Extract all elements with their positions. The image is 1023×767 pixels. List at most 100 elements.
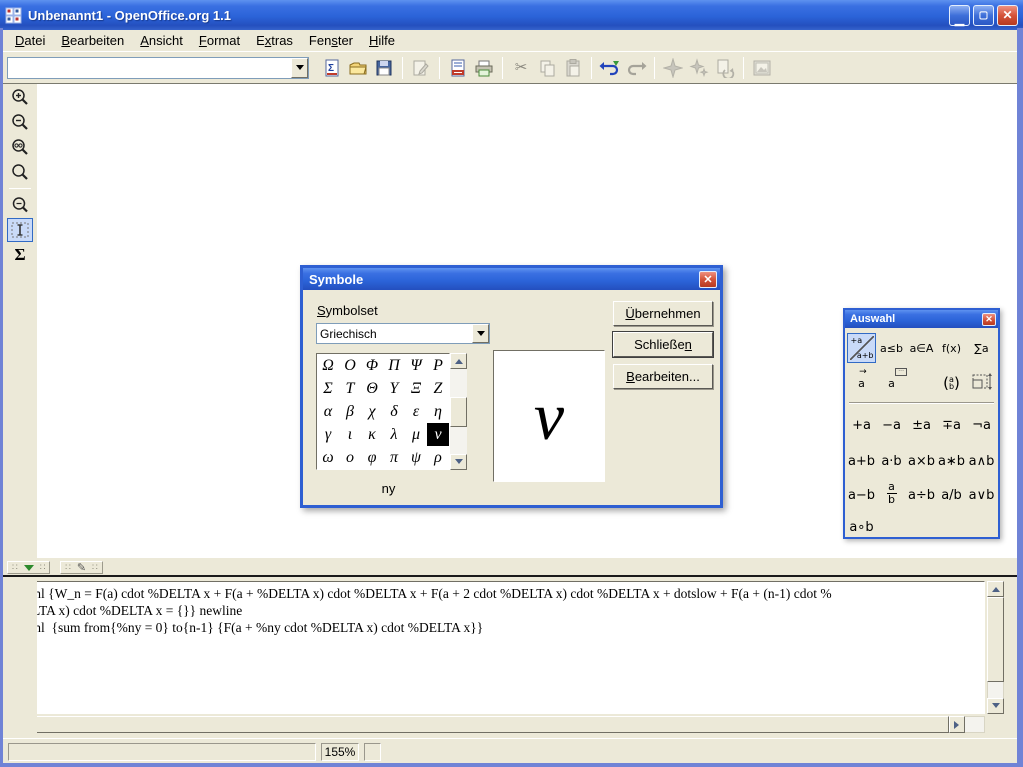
op-a-and-b[interactable]: a∧b xyxy=(967,448,996,474)
category-unary-binary-operators[interactable]: +a a+b xyxy=(847,333,876,363)
vscroll-thumb[interactable] xyxy=(450,397,467,427)
url-combobox-dropdown[interactable] xyxy=(291,58,308,78)
symbol-cell[interactable]: π xyxy=(383,446,405,469)
menu-format[interactable]: Format xyxy=(191,31,248,50)
symbol-cell[interactable]: η xyxy=(427,400,449,423)
scroll-right-button[interactable] xyxy=(949,716,965,733)
op-plus-a[interactable]: +a xyxy=(847,412,876,438)
url-combobox[interactable] xyxy=(7,57,309,79)
category-set-operations[interactable]: a∈A xyxy=(907,333,936,363)
op-minus-a[interactable]: −a xyxy=(877,412,906,438)
category-formats[interactable] xyxy=(967,368,996,398)
op-a-times-b[interactable]: a×b xyxy=(907,448,936,474)
paste-button[interactable] xyxy=(560,56,586,80)
symbol-cell[interactable]: ω xyxy=(317,446,339,469)
category-relations[interactable]: a≤b xyxy=(877,333,906,363)
symbol-cell[interactable]: γ xyxy=(317,423,339,446)
zoom-button[interactable] xyxy=(7,160,33,184)
symbol-cell[interactable]: Θ xyxy=(361,377,383,400)
symbol-cell[interactable]: Τ xyxy=(339,377,361,400)
category-others[interactable]: ···a xyxy=(877,368,906,398)
category-operators[interactable]: ∑a xyxy=(967,333,996,363)
symbol-cell[interactable]: δ xyxy=(383,400,405,423)
symbol-cell[interactable]: μ xyxy=(405,423,427,446)
zoom-100-button[interactable] xyxy=(7,135,33,159)
category-attributes[interactable]: →a xyxy=(847,368,876,398)
menu-bearbeiten[interactable]: Bearbeiten xyxy=(53,31,132,50)
toolbar-handle[interactable]: ∷∷ xyxy=(7,561,50,574)
symbol-cell[interactable]: Υ xyxy=(383,377,405,400)
maximize-button[interactable]: ▢ xyxy=(973,5,994,26)
save-button[interactable] xyxy=(371,56,397,80)
symbol-cell[interactable]: Ζ xyxy=(427,377,449,400)
close-dialog-button[interactable]: Schließen xyxy=(613,332,713,357)
edit-file-button[interactable] xyxy=(408,56,434,80)
show-all-button[interactable] xyxy=(7,193,33,217)
minimize-button[interactable]: ▁ xyxy=(949,5,970,26)
zoom-out-button[interactable] xyxy=(7,110,33,134)
symbol-cell[interactable]: ψ xyxy=(405,446,427,469)
symbol-cell[interactable]: Ω xyxy=(317,354,339,377)
hscroll-thumb[interactable] xyxy=(24,716,949,733)
symbols-dialog-close-button[interactable]: ✕ xyxy=(699,271,717,288)
zoom-level-panel[interactable]: 155% xyxy=(321,743,359,761)
undo-button[interactable] xyxy=(597,56,623,80)
print-button[interactable] xyxy=(471,56,497,80)
symbol-cell[interactable]: Φ xyxy=(361,354,383,377)
symbols-catalog-button[interactable]: Σ xyxy=(7,243,33,267)
symbol-cell[interactable]: ο xyxy=(339,446,361,469)
op-minusplus-a[interactable]: ∓a xyxy=(937,412,966,438)
menu-extras[interactable]: Extras xyxy=(248,31,301,50)
copy-button[interactable] xyxy=(534,56,560,80)
open-button[interactable] xyxy=(345,56,371,80)
formula-cursor-button[interactable] xyxy=(7,218,33,242)
symbol-cell[interactable]: λ xyxy=(383,423,405,446)
symbol-grid-scrollbar[interactable] xyxy=(450,353,467,470)
title-bar[interactable]: Unbenannt1 - OpenOffice.org 1.1 ▁ ▢ ✕ xyxy=(0,0,1023,30)
menu-datei[interactable]: Datei xyxy=(7,31,53,50)
apply-button[interactable]: Übernehmen xyxy=(613,301,713,326)
command-text-editor[interactable]: alignl {W_n = F(a) cdot %DELTA x + F(a +… xyxy=(8,581,985,714)
op-a-cdot-b[interactable]: a·b xyxy=(877,448,906,474)
url-combobox-value[interactable] xyxy=(8,58,291,78)
menu-hilfe[interactable]: Hilfe xyxy=(361,31,403,50)
vscroll-thumb[interactable] xyxy=(987,597,1004,682)
op-a-div-b[interactable]: a÷b xyxy=(907,482,936,508)
toolbar-handle[interactable]: ∷✎∷ xyxy=(60,561,103,574)
new-formula-button[interactable]: Σ xyxy=(319,56,345,80)
symbolset-dropdown[interactable] xyxy=(472,324,489,343)
op-plusminus-a[interactable]: ±a xyxy=(907,412,936,438)
symbol-cell[interactable]: χ xyxy=(361,400,383,423)
cut-button[interactable]: ✂ xyxy=(508,56,534,80)
zoom-in-button[interactable] xyxy=(7,85,33,109)
symbol-cell[interactable]: ρ xyxy=(427,446,449,469)
op-a-slash-b[interactable]: a/b xyxy=(937,482,966,508)
symbol-cell[interactable]: β xyxy=(339,400,361,423)
selection-window-close-button[interactable]: ✕ xyxy=(982,313,996,326)
redo-button[interactable] xyxy=(623,56,649,80)
edit-button[interactable]: Bearbeiten... xyxy=(613,364,713,389)
symbol-cell[interactable]: φ xyxy=(361,446,383,469)
symbol-cell[interactable]: Ρ xyxy=(427,354,449,377)
symbol-cell-selected[interactable]: ν xyxy=(427,423,449,446)
scroll-down-button[interactable] xyxy=(450,454,467,470)
op-a-over-b[interactable]: ab xyxy=(877,480,906,506)
op-neg-a[interactable]: ¬a xyxy=(967,412,996,438)
op-a-circ-b[interactable]: a∘b xyxy=(847,514,876,540)
menu-ansicht[interactable]: Ansicht xyxy=(132,31,191,50)
navigator-button[interactable] xyxy=(660,56,686,80)
gallery-button[interactable] xyxy=(749,56,775,80)
menu-fenster[interactable]: Fenster xyxy=(301,31,361,50)
scroll-up-button[interactable] xyxy=(987,581,1004,597)
category-functions[interactable]: f(x) xyxy=(937,333,966,363)
symbols-dialog-titlebar[interactable]: Symbole ✕ xyxy=(303,268,720,290)
splitter-bar[interactable]: ∷∷ ∷✎∷ xyxy=(3,558,1017,575)
scroll-up-button[interactable] xyxy=(450,353,467,369)
category-brackets[interactable]: (ab) xyxy=(937,368,966,398)
close-button[interactable]: ✕ xyxy=(997,5,1018,26)
op-a-plus-b[interactable]: a+b xyxy=(847,448,876,474)
symbol-cell[interactable]: ι xyxy=(339,423,361,446)
symbolset-combobox[interactable]: Griechisch xyxy=(316,323,490,344)
symbol-cell[interactable]: κ xyxy=(361,423,383,446)
symbol-cell[interactable]: Ο xyxy=(339,354,361,377)
